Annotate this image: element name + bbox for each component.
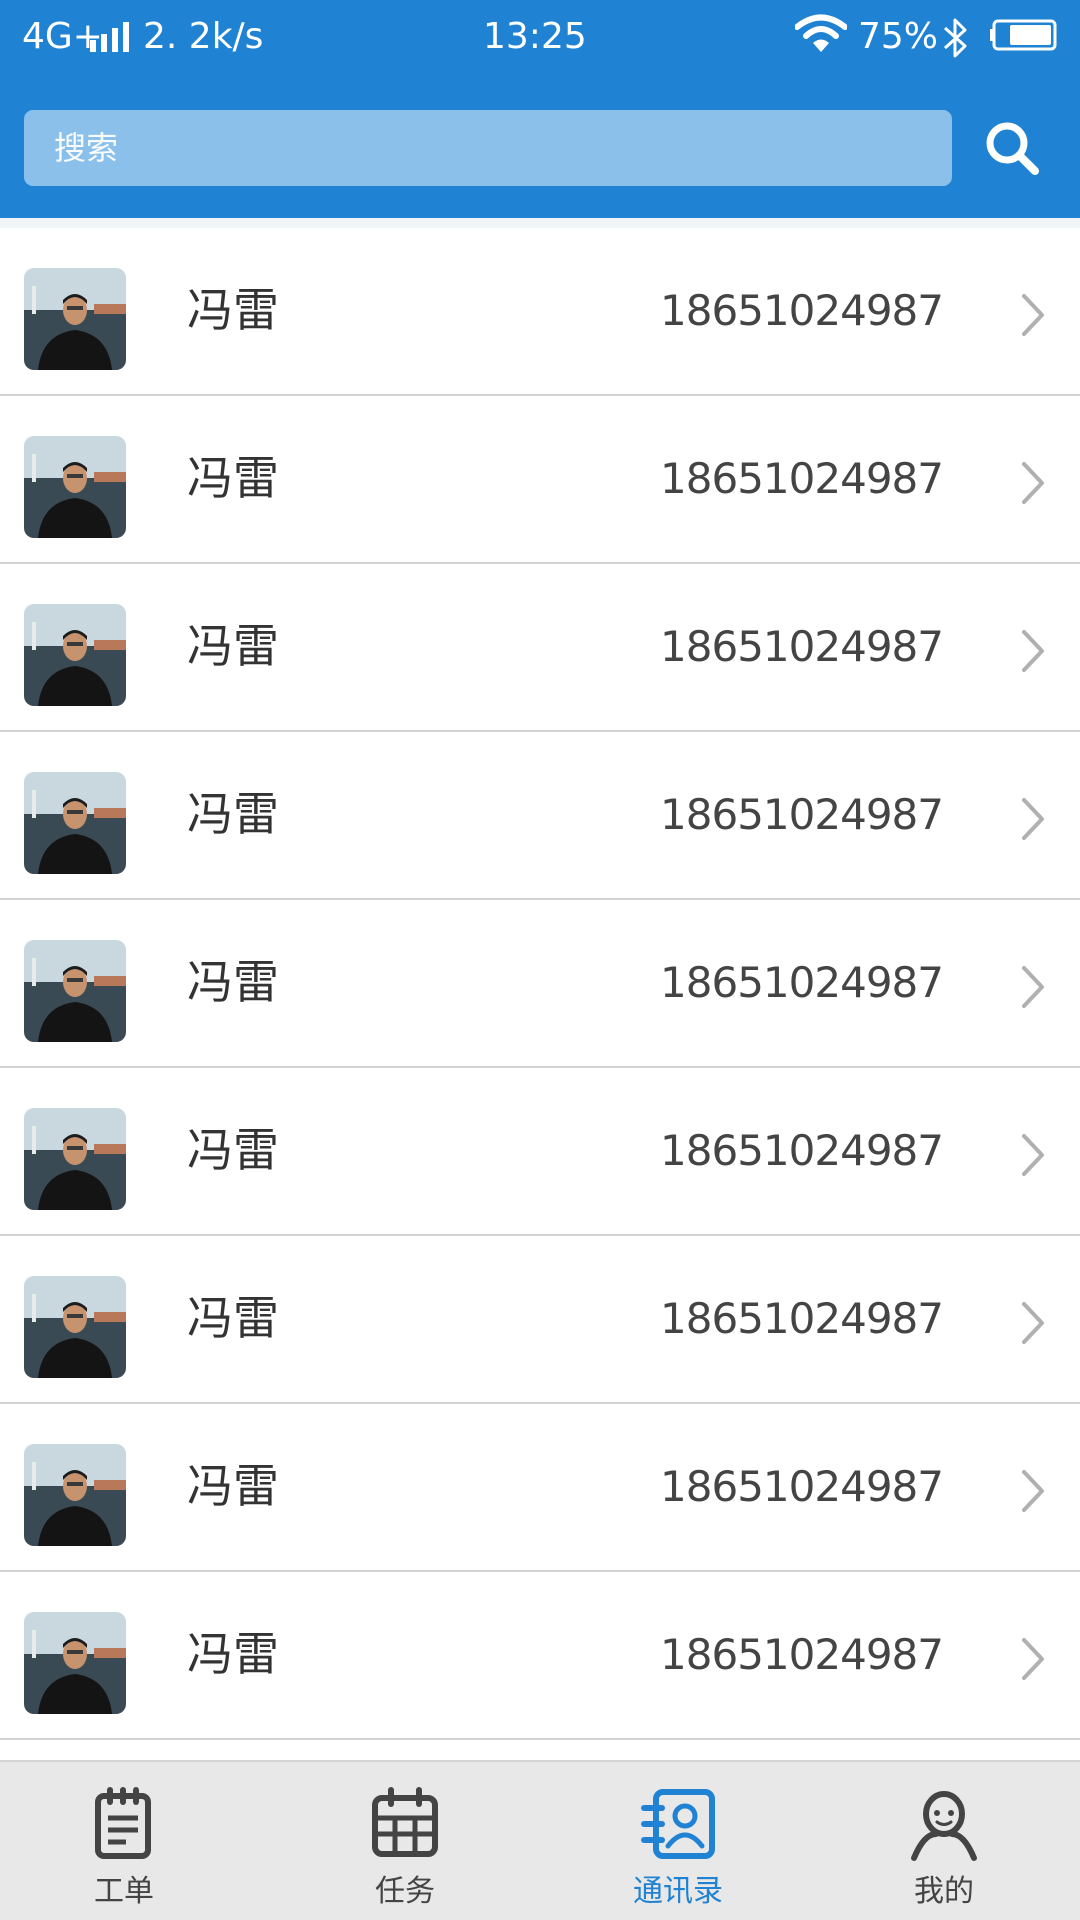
contact-phone[interactable]: 18651024987 bbox=[660, 1124, 944, 1178]
bottom-tab-bar: 工单 任务 通讯录 我的 bbox=[0, 1760, 1080, 1920]
contact-row[interactable]: 冯雷 18651024987 bbox=[0, 228, 1080, 396]
chevron-right-icon bbox=[1018, 964, 1048, 1010]
chevron-right-icon bbox=[1018, 796, 1048, 842]
contact-row[interactable]: 冯雷 18651024987 bbox=[0, 900, 1080, 1068]
chevron-right-icon bbox=[1018, 292, 1048, 338]
contact-phone[interactable]: 18651024987 bbox=[660, 1628, 944, 1682]
chevron-right-icon bbox=[1018, 1468, 1048, 1514]
chevron-right-icon bbox=[1018, 1132, 1048, 1178]
avatar bbox=[24, 268, 126, 370]
contact-phone[interactable]: 18651024987 bbox=[660, 1460, 944, 1514]
contact-name: 冯雷 bbox=[187, 283, 279, 337]
contact-row[interactable]: 冯雷 18651024987 bbox=[0, 1404, 1080, 1572]
contact-row[interactable]: 冯雷 18651024987 bbox=[0, 732, 1080, 900]
contact-row[interactable]: 冯雷 18651024987 bbox=[0, 1572, 1080, 1740]
avatar bbox=[24, 1612, 126, 1714]
user-icon bbox=[911, 1791, 977, 1861]
contact-name: 冯雷 bbox=[187, 619, 279, 673]
contact-name: 冯雷 bbox=[187, 1627, 279, 1681]
tab-contacts[interactable]: 通讯录 bbox=[578, 1762, 778, 1920]
avatar bbox=[24, 1444, 126, 1546]
search-input[interactable] bbox=[24, 110, 952, 186]
contact-phone[interactable]: 18651024987 bbox=[660, 788, 944, 842]
bluetooth-icon bbox=[943, 18, 967, 58]
contact-phone[interactable]: 18651024987 bbox=[660, 620, 944, 674]
contact-row-partial[interactable] bbox=[0, 1740, 1080, 1760]
contact-name: 冯雷 bbox=[187, 787, 279, 841]
search-bar[interactable] bbox=[24, 110, 952, 186]
tab-label: 工单 bbox=[94, 1874, 154, 1909]
contact-row[interactable]: 冯雷 18651024987 bbox=[0, 1068, 1080, 1236]
clipboard-icon bbox=[95, 1787, 151, 1859]
contact-name: 冯雷 bbox=[187, 955, 279, 1009]
contact-name: 冯雷 bbox=[187, 1291, 279, 1345]
avatar bbox=[24, 604, 126, 706]
contact-name: 冯雷 bbox=[187, 451, 279, 505]
tab-tasks[interactable]: 任务 bbox=[305, 1762, 505, 1920]
wifi-icon bbox=[795, 14, 847, 52]
tab-profile[interactable]: 我的 bbox=[844, 1762, 1044, 1920]
network-speed: 2. 2k/s bbox=[143, 16, 264, 57]
contacts-icon bbox=[641, 1789, 715, 1859]
clock: 13:25 bbox=[483, 16, 587, 57]
tab-work-orders[interactable]: 工单 bbox=[24, 1762, 224, 1920]
contact-phone[interactable]: 18651024987 bbox=[660, 1292, 944, 1346]
contact-phone[interactable]: 18651024987 bbox=[660, 452, 944, 506]
contact-phone[interactable]: 18651024987 bbox=[660, 956, 944, 1010]
search-icon[interactable] bbox=[980, 116, 1044, 180]
battery-icon bbox=[990, 19, 1057, 51]
chevron-right-icon bbox=[1018, 628, 1048, 674]
contact-row[interactable]: 冯雷 18651024987 bbox=[0, 564, 1080, 732]
app-header: 4G+ 2. 2k/s 13:25 75% bbox=[0, 0, 1080, 218]
contact-list[interactable]: 冯雷 18651024987 冯雷 18651024987 冯雷 18651024987 冯… bbox=[0, 218, 1080, 1760]
calendar-icon bbox=[372, 1787, 438, 1857]
avatar bbox=[24, 1108, 126, 1210]
tab-label: 任务 bbox=[375, 1874, 435, 1909]
contact-row[interactable]: 冯雷 18651024987 bbox=[0, 396, 1080, 564]
signal-icon bbox=[90, 22, 136, 52]
contact-phone[interactable]: 18651024987 bbox=[660, 284, 944, 338]
contact-row[interactable]: 冯雷 18651024987 bbox=[0, 1236, 1080, 1404]
chevron-right-icon bbox=[1018, 1636, 1048, 1682]
status-bar: 4G+ 2. 2k/s 13:25 75% bbox=[0, 0, 1080, 76]
battery-percent: 75% bbox=[858, 16, 939, 57]
contact-name: 冯雷 bbox=[187, 1459, 279, 1513]
avatar bbox=[24, 436, 126, 538]
avatar bbox=[24, 772, 126, 874]
tab-label: 我的 bbox=[914, 1874, 974, 1909]
avatar bbox=[24, 1276, 126, 1378]
chevron-right-icon bbox=[1018, 460, 1048, 506]
avatar bbox=[24, 940, 126, 1042]
chevron-right-icon bbox=[1018, 1300, 1048, 1346]
contact-name: 冯雷 bbox=[187, 1123, 279, 1177]
tab-label: 通讯录 bbox=[633, 1874, 723, 1909]
